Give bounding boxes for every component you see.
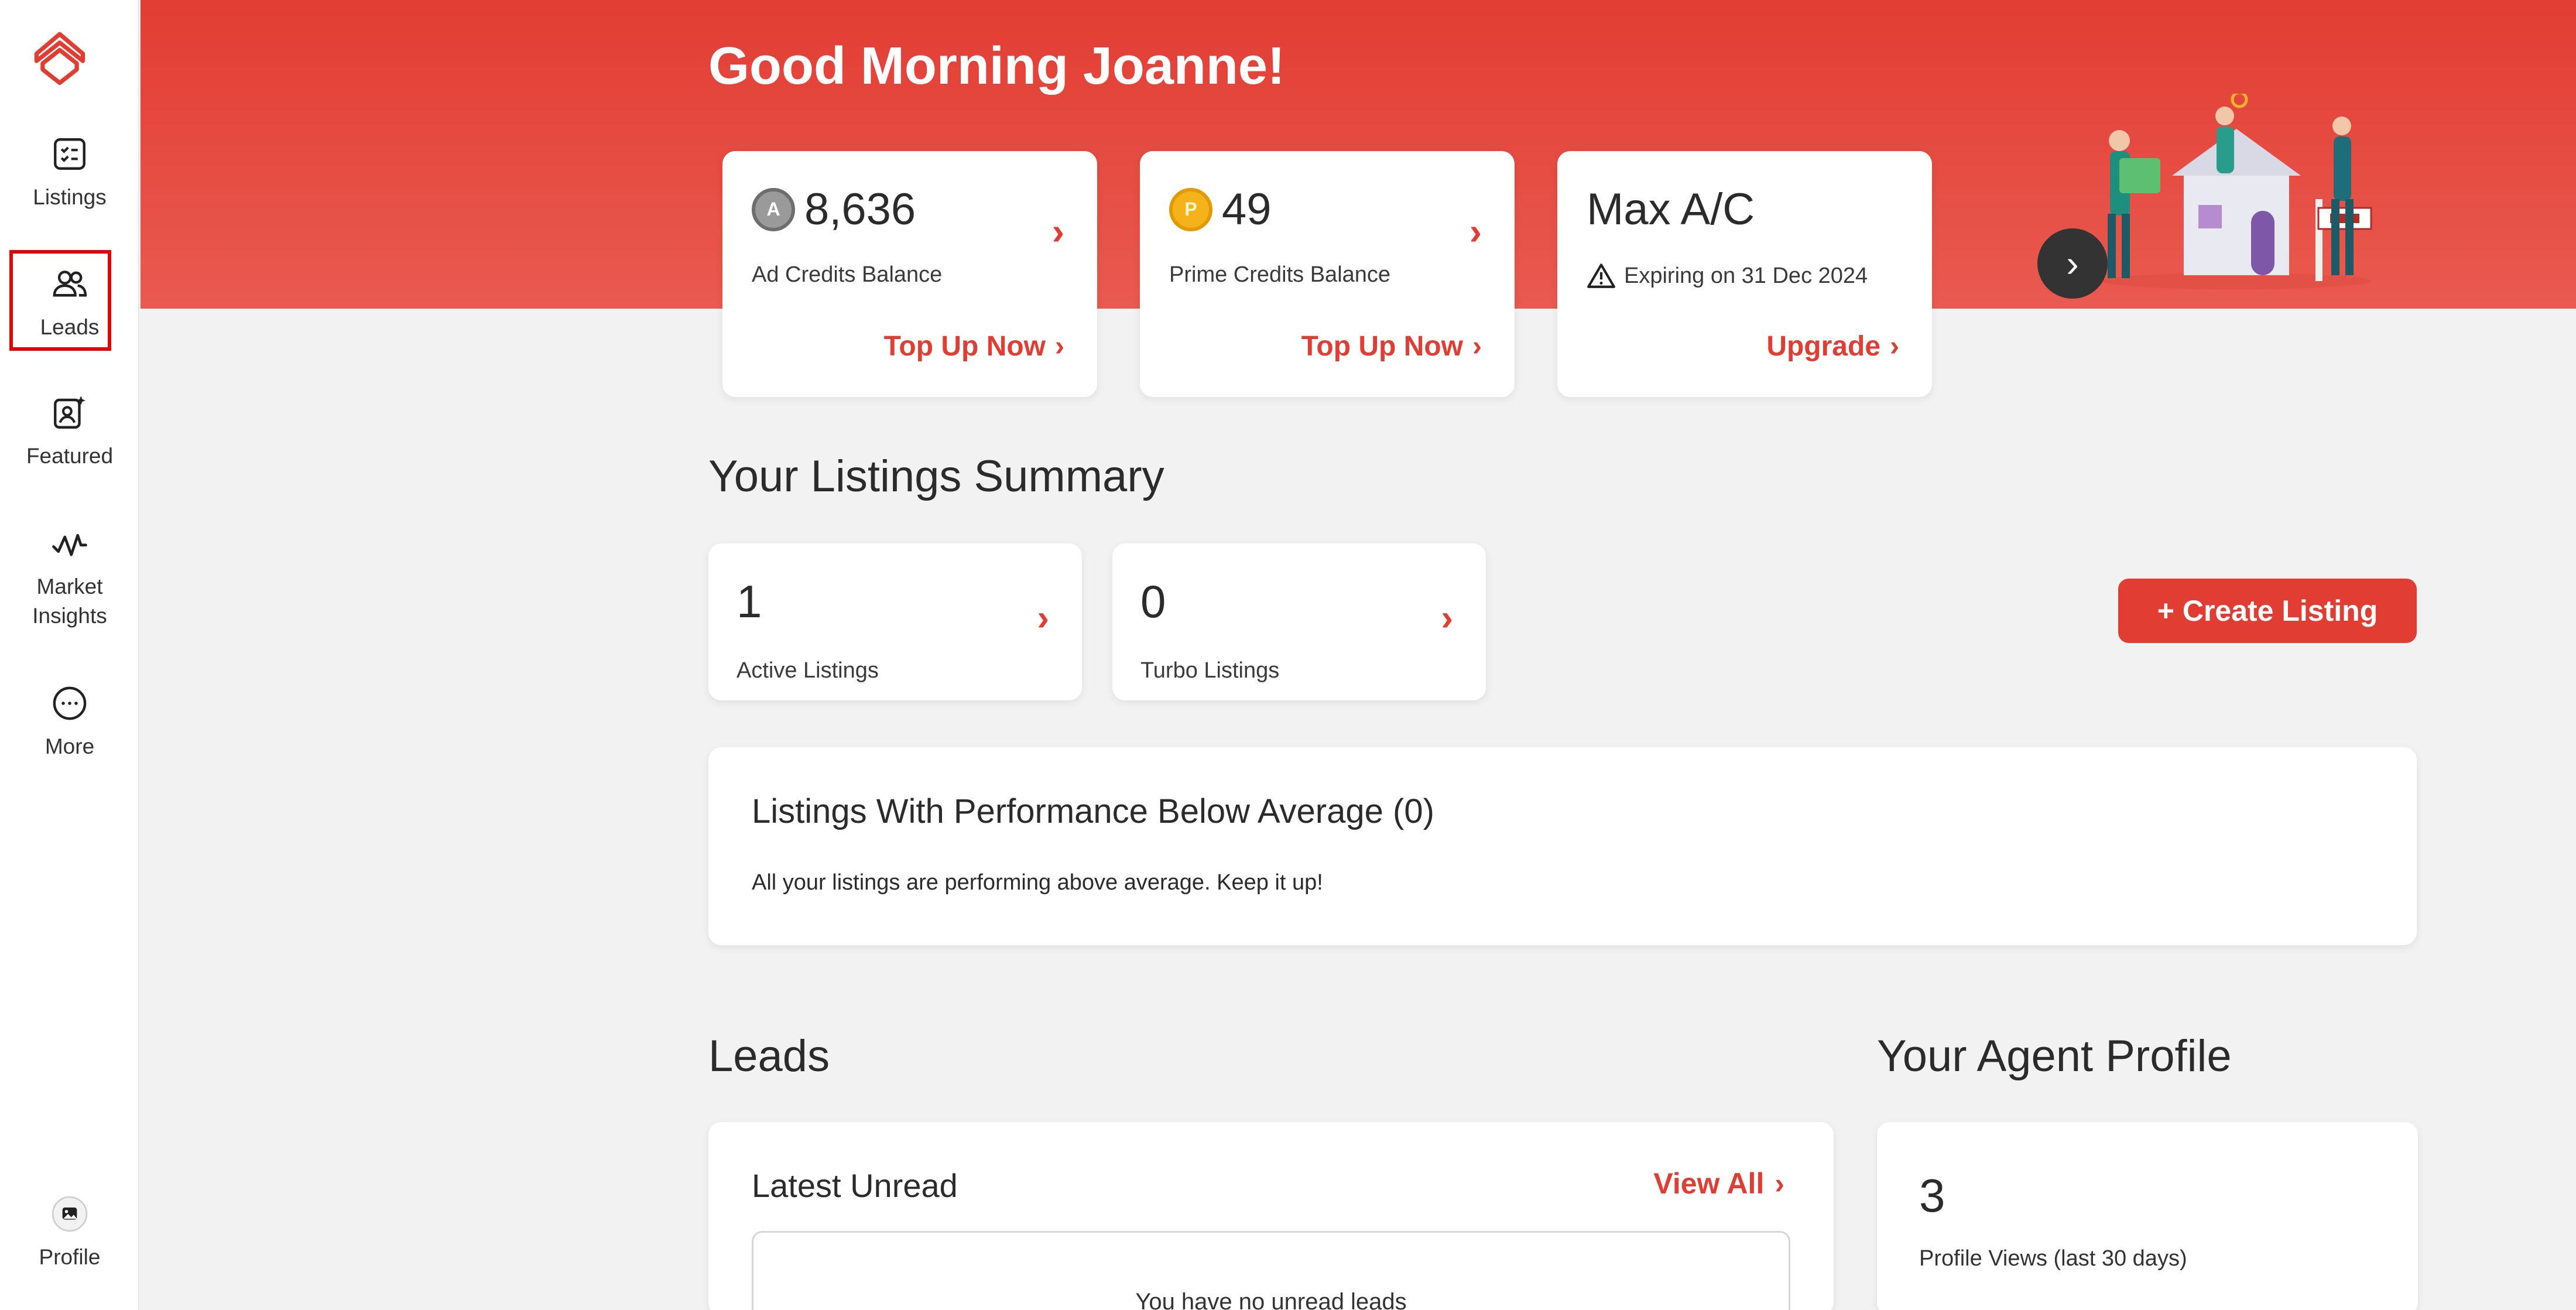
- prime-credits-value: 49: [1222, 184, 1272, 234]
- sidebar-item-label: Market Insights: [32, 574, 107, 628]
- view-all-link[interactable]: View All ›: [1653, 1167, 1784, 1200]
- latest-unread-title: Latest Unread: [752, 1167, 958, 1204]
- chevron-right-icon[interactable]: ›: [1037, 597, 1049, 639]
- agent-profile-card[interactable]: 3 Profile Views (last 30 days): [1877, 1122, 2418, 1310]
- sidebar-item-profile[interactable]: Profile: [0, 1195, 139, 1272]
- prime-credit-coin-icon: P: [1169, 187, 1212, 231]
- top-up-link[interactable]: Top Up Now ›: [1301, 330, 1482, 362]
- agent-profile-title: Your Agent Profile: [1877, 1031, 2232, 1081]
- top-up-label: Top Up Now: [883, 331, 1046, 362]
- chevron-right-icon: ›: [1055, 331, 1064, 362]
- plan-name: Max A/C: [1587, 184, 1755, 234]
- unread-leads-box: You have no unread leads: [752, 1231, 1790, 1310]
- profile-views-label: Profile Views (last 30 days): [1919, 1246, 2187, 1271]
- chevron-right-icon[interactable]: ›: [1469, 210, 1482, 253]
- active-listings-card[interactable]: 1 › Active Listings: [708, 543, 1082, 700]
- ad-credits-label: Ad Credits Balance: [752, 262, 943, 287]
- turbo-listings-card[interactable]: 0 › Turbo Listings: [1112, 543, 1486, 700]
- prime-credits-label: Prime Credits Balance: [1169, 262, 1391, 287]
- sidebar-item-label: Listings: [33, 185, 107, 209]
- sidebar-item-label: More: [44, 734, 95, 758]
- chevron-right-icon[interactable]: ›: [1052, 210, 1064, 253]
- create-listing-button[interactable]: + Create Listing: [2118, 579, 2417, 643]
- chevron-right-icon[interactable]: ›: [1441, 597, 1453, 639]
- chevron-right-icon: ›: [2066, 242, 2079, 285]
- sidebar-item-leads[interactable]: Leads: [0, 265, 139, 342]
- users-icon: [53, 271, 87, 297]
- view-all-label: View All: [1653, 1167, 1765, 1200]
- avatar: [52, 1196, 88, 1232]
- ad-credits-card[interactable]: A 8,636 › Ad Credits Balance Top Up Now ›: [722, 151, 1097, 397]
- ad-credit-coin-icon: A: [752, 187, 795, 231]
- pulse-chart-icon: [52, 533, 87, 556]
- upgrade-label: Upgrade: [1766, 331, 1881, 362]
- chevron-right-icon: ›: [1775, 1167, 1784, 1200]
- sidebar-item-featured[interactable]: Featured: [0, 394, 139, 471]
- sidebar-item-label: Leads: [40, 315, 100, 339]
- carousel-next-button[interactable]: ›: [2037, 228, 2108, 299]
- greeting-title: Good Morning Joanne!: [708, 37, 1285, 95]
- sidebar-item-listings[interactable]: Listings: [0, 135, 139, 212]
- active-listings-label: Active Listings: [737, 658, 879, 683]
- empty-leads-text: You have no unread leads: [1135, 1289, 1407, 1310]
- top-up-label: Top Up Now: [1301, 331, 1464, 362]
- prime-credits-card[interactable]: P 49 › Prime Credits Balance Top Up Now ›: [1140, 151, 1515, 397]
- logo-icon[interactable]: [29, 29, 90, 90]
- sidebar: Listings Leads Featured Market Insights …: [0, 0, 139, 1310]
- sidebar-item-label: Profile: [39, 1245, 101, 1269]
- property-illustration: [2102, 94, 2372, 289]
- top-up-link[interactable]: Top Up Now ›: [884, 330, 1064, 362]
- performance-card: Listings With Performance Below Average …: [708, 747, 2417, 945]
- checklist-icon: [54, 138, 85, 170]
- leads-section-title: Leads: [708, 1031, 830, 1081]
- sidebar-item-label: Featured: [26, 444, 114, 468]
- turbo-listings-label: Turbo Listings: [1140, 658, 1280, 683]
- chevron-right-icon: ›: [1890, 331, 1899, 362]
- account-plan-card[interactable]: Max A/C Expiring on 31 Dec 2024 Upgrade ›: [1557, 151, 1932, 397]
- sidebar-item-more[interactable]: More: [0, 684, 139, 761]
- sidebar-item-market-insights[interactable]: Market Insights: [0, 524, 139, 631]
- performance-message: All your listings are performing above a…: [752, 870, 1323, 895]
- more-icon: [53, 686, 87, 720]
- warning-icon: [1587, 264, 1615, 288]
- performance-title: Listings With Performance Below Average …: [752, 792, 1434, 830]
- chevron-right-icon: ›: [1472, 331, 1482, 362]
- upgrade-link[interactable]: Upgrade ›: [1766, 330, 1899, 362]
- leads-card: Latest Unread View All › You have no unre…: [708, 1122, 1834, 1310]
- turbo-listings-value: 0: [1140, 576, 1166, 627]
- active-listings-value: 1: [737, 576, 762, 627]
- expiry-label: Expiring on 31 Dec 2024: [1624, 263, 1868, 288]
- featured-profile-icon: [54, 396, 85, 429]
- profile-views-value: 3: [1919, 1169, 1945, 1222]
- ad-credits-value: 8,636: [804, 184, 916, 234]
- listings-summary-title: Your Listings Summary: [708, 452, 1164, 501]
